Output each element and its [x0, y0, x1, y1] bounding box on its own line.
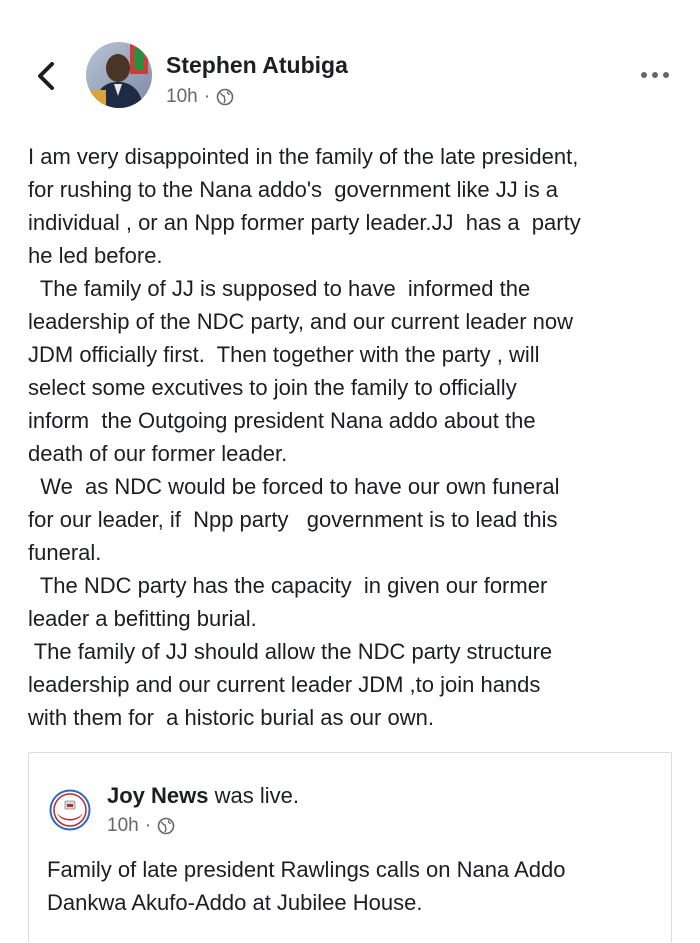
meta-separator: · [144, 815, 152, 836]
post-body-line: funeral. [28, 540, 102, 565]
shared-text-line: Family of late president Rawlings calls … [47, 857, 566, 882]
post-body-line: I am very disappointed in the family of … [28, 144, 579, 169]
shared-page-name[interactable]: Joy News [107, 783, 209, 808]
post-body-line: for our leader, if Npp party government … [28, 507, 558, 532]
post-header: Stephen Atubiga 10h · [0, 0, 700, 130]
post-body-line: for rushing to the Nana addo's governmen… [28, 177, 559, 202]
globe-icon [157, 817, 175, 835]
post-body-line: individual , or an Npp former party lead… [28, 210, 581, 235]
shared-status: was live. [208, 783, 299, 808]
post-body-line: death of our former leader. [28, 441, 288, 466]
joy-news-logo-icon [49, 789, 91, 831]
back-button[interactable] [34, 60, 58, 92]
post-body-line: The NDC party has the capacity in given … [28, 573, 548, 598]
post-body-line: select some excutives to join the family… [28, 375, 517, 400]
shared-post-card[interactable]: Joy News was live. 10h · Family of late … [28, 752, 672, 943]
author-name[interactable]: Stephen Atubiga [166, 52, 348, 79]
post-body-line: JDM officially first. Then together with… [28, 342, 540, 367]
more-options-button[interactable] [638, 62, 672, 88]
globe-icon [216, 88, 234, 106]
shared-text-line: Dankwa Akufo-Addo at Jubilee House. [47, 890, 423, 915]
shared-post-time[interactable]: 10h [107, 815, 139, 837]
post-meta: 10h · [166, 86, 234, 108]
author-avatar[interactable] [86, 42, 152, 108]
chevron-left-icon [38, 62, 54, 90]
post-body-line: he led before. [28, 243, 163, 268]
post-time[interactable]: 10h [166, 86, 198, 108]
post-body-line: The family of JJ should allow the NDC pa… [28, 639, 553, 664]
post-body-line: leadership of the NDC party, and our cur… [28, 309, 573, 334]
post-body-line: The family of JJ is supposed to have inf… [28, 276, 531, 301]
post-body-line: inform the Outgoing president Nana addo … [28, 408, 536, 433]
more-horizontal-icon [641, 72, 669, 78]
shared-post-meta: 10h · [107, 815, 175, 837]
post-body-line: leader a befitting burial. [28, 606, 257, 631]
post-body-line: We as NDC would be forced to have our ow… [28, 474, 560, 499]
post-body: I am very disappointed in the family of … [28, 140, 678, 734]
post-body-line: leadership and our current leader JDM ,t… [28, 672, 541, 697]
shared-page-avatar[interactable] [49, 789, 91, 831]
meta-separator: · [203, 86, 211, 107]
post-body-line: with them for a historic burial as our o… [28, 705, 434, 730]
shared-post-text: Family of late president Rawlings calls … [47, 853, 667, 919]
shared-post-title: Joy News was live. [107, 783, 299, 809]
